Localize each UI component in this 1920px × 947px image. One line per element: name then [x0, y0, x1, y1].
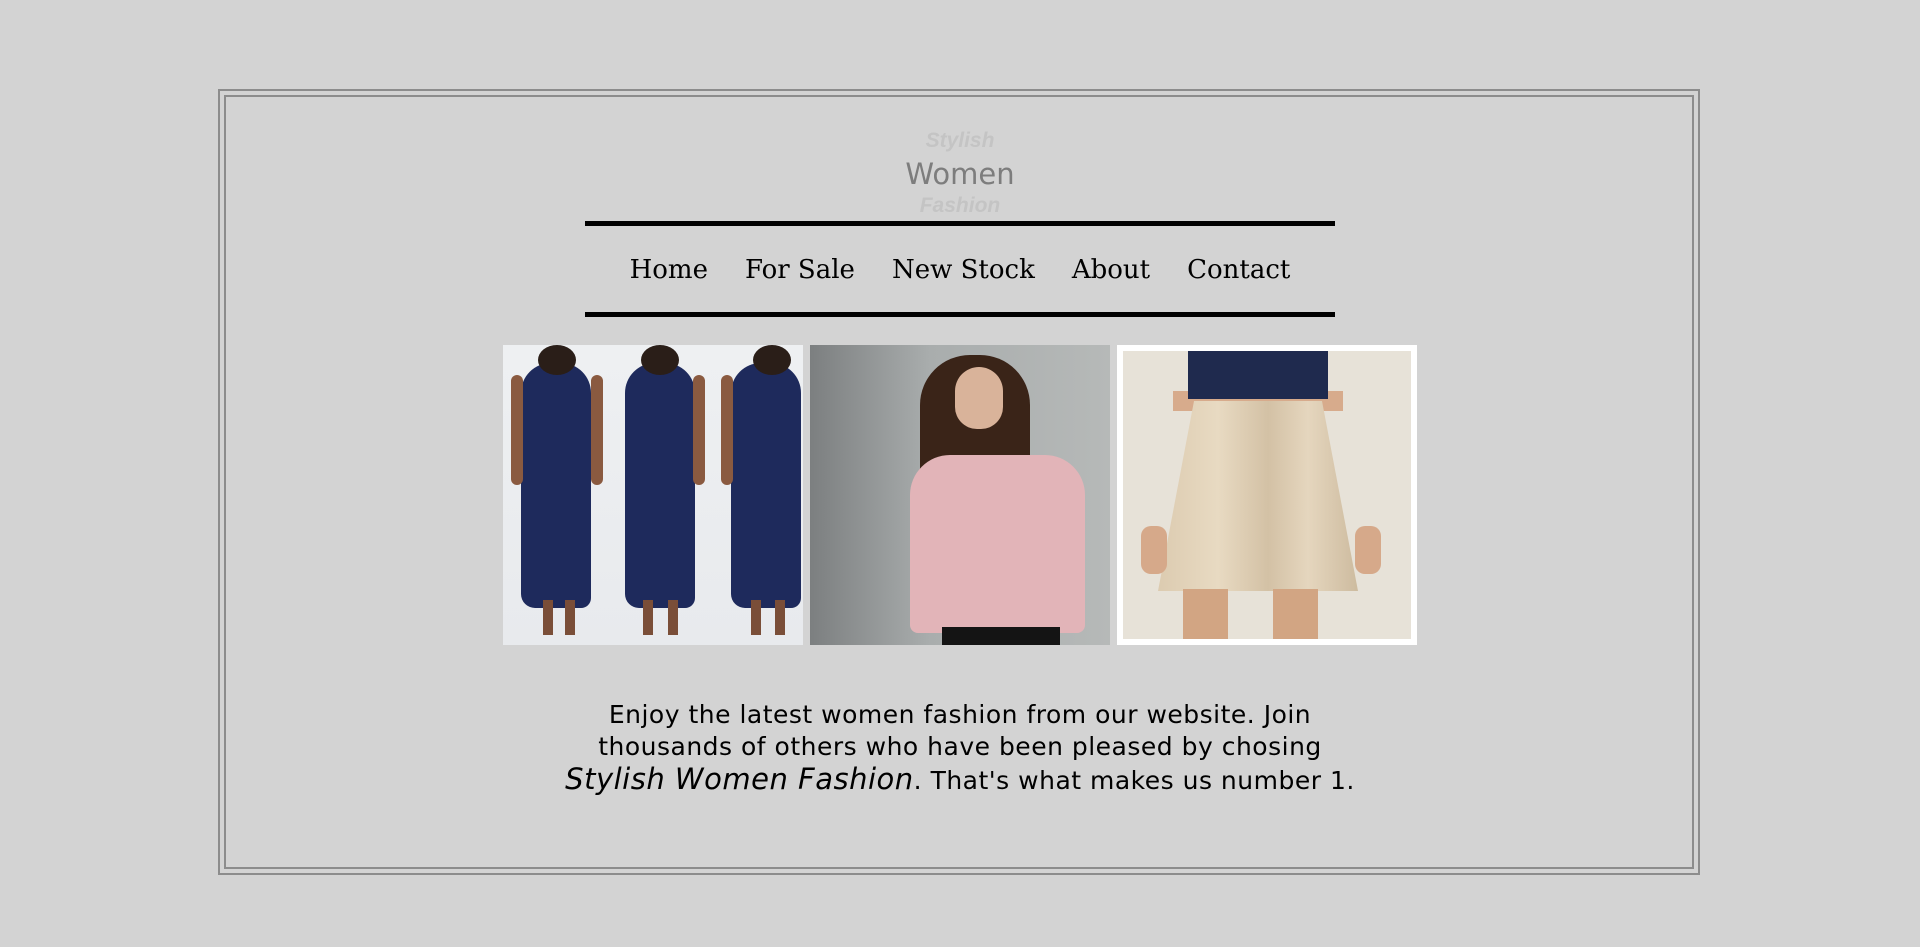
- navy-crop-top: [1188, 351, 1328, 399]
- tagline-intro: Enjoy the latest women fashion from our …: [598, 700, 1322, 761]
- skirt-model-hand: [1141, 526, 1167, 574]
- pink-blouse: [910, 455, 1085, 633]
- dress-model-leg: [565, 600, 575, 635]
- nav-home[interactable]: Home: [630, 248, 708, 292]
- nav-bottom-rule: [585, 312, 1335, 317]
- dress-model-leg: [751, 600, 761, 635]
- dress-model-leg: [668, 600, 678, 635]
- dress-model-leg: [543, 600, 553, 635]
- nav-about[interactable]: About: [1072, 248, 1150, 292]
- beige-skirt-photo: [1117, 345, 1417, 645]
- dress-model-arm: [591, 375, 603, 485]
- beige-skirt: [1158, 401, 1358, 591]
- skirt-model-leg: [1183, 589, 1228, 639]
- dress-model-head: [753, 345, 791, 375]
- skirt-model-leg: [1273, 589, 1318, 639]
- dress-figure-front: [521, 363, 591, 608]
- tagline: Enjoy the latest women fashion from our …: [560, 699, 1360, 797]
- nav-for-sale[interactable]: For Sale: [745, 248, 855, 292]
- skirt-photo-inner: [1123, 351, 1411, 639]
- blouse-model-face: [955, 367, 1003, 429]
- dress-model-arm: [511, 375, 523, 485]
- skirt-model-hand: [1355, 526, 1381, 574]
- dress-model-arm: [693, 375, 705, 485]
- nav-top-rule: [585, 221, 1335, 226]
- nav-new-stock[interactable]: New Stock: [892, 248, 1035, 292]
- nav-contact[interactable]: Contact: [1187, 248, 1290, 292]
- product-gallery: [503, 345, 1417, 645]
- dress-model-arm: [721, 375, 733, 485]
- dress-figure-back: [731, 363, 801, 608]
- dress-model-head: [641, 345, 679, 375]
- pink-blouse-photo: [810, 345, 1110, 645]
- dress-model-head: [538, 345, 576, 375]
- logo-fashion: Fashion: [919, 194, 1001, 217]
- dress-figure-side: [625, 363, 695, 608]
- logo-stylish: Stylish: [925, 129, 995, 152]
- navy-dress-photo: [503, 345, 803, 645]
- dress-model-leg: [643, 600, 653, 635]
- tagline-outro: . That's what makes us number 1.: [913, 766, 1355, 795]
- main-nav: Home For Sale New Stock About Contact: [0, 248, 1920, 292]
- black-pants: [942, 627, 1060, 645]
- logo-women: Women: [905, 157, 1015, 191]
- dress-model-leg: [775, 600, 785, 635]
- tagline-brand: Stylish Women Fashion: [565, 762, 914, 796]
